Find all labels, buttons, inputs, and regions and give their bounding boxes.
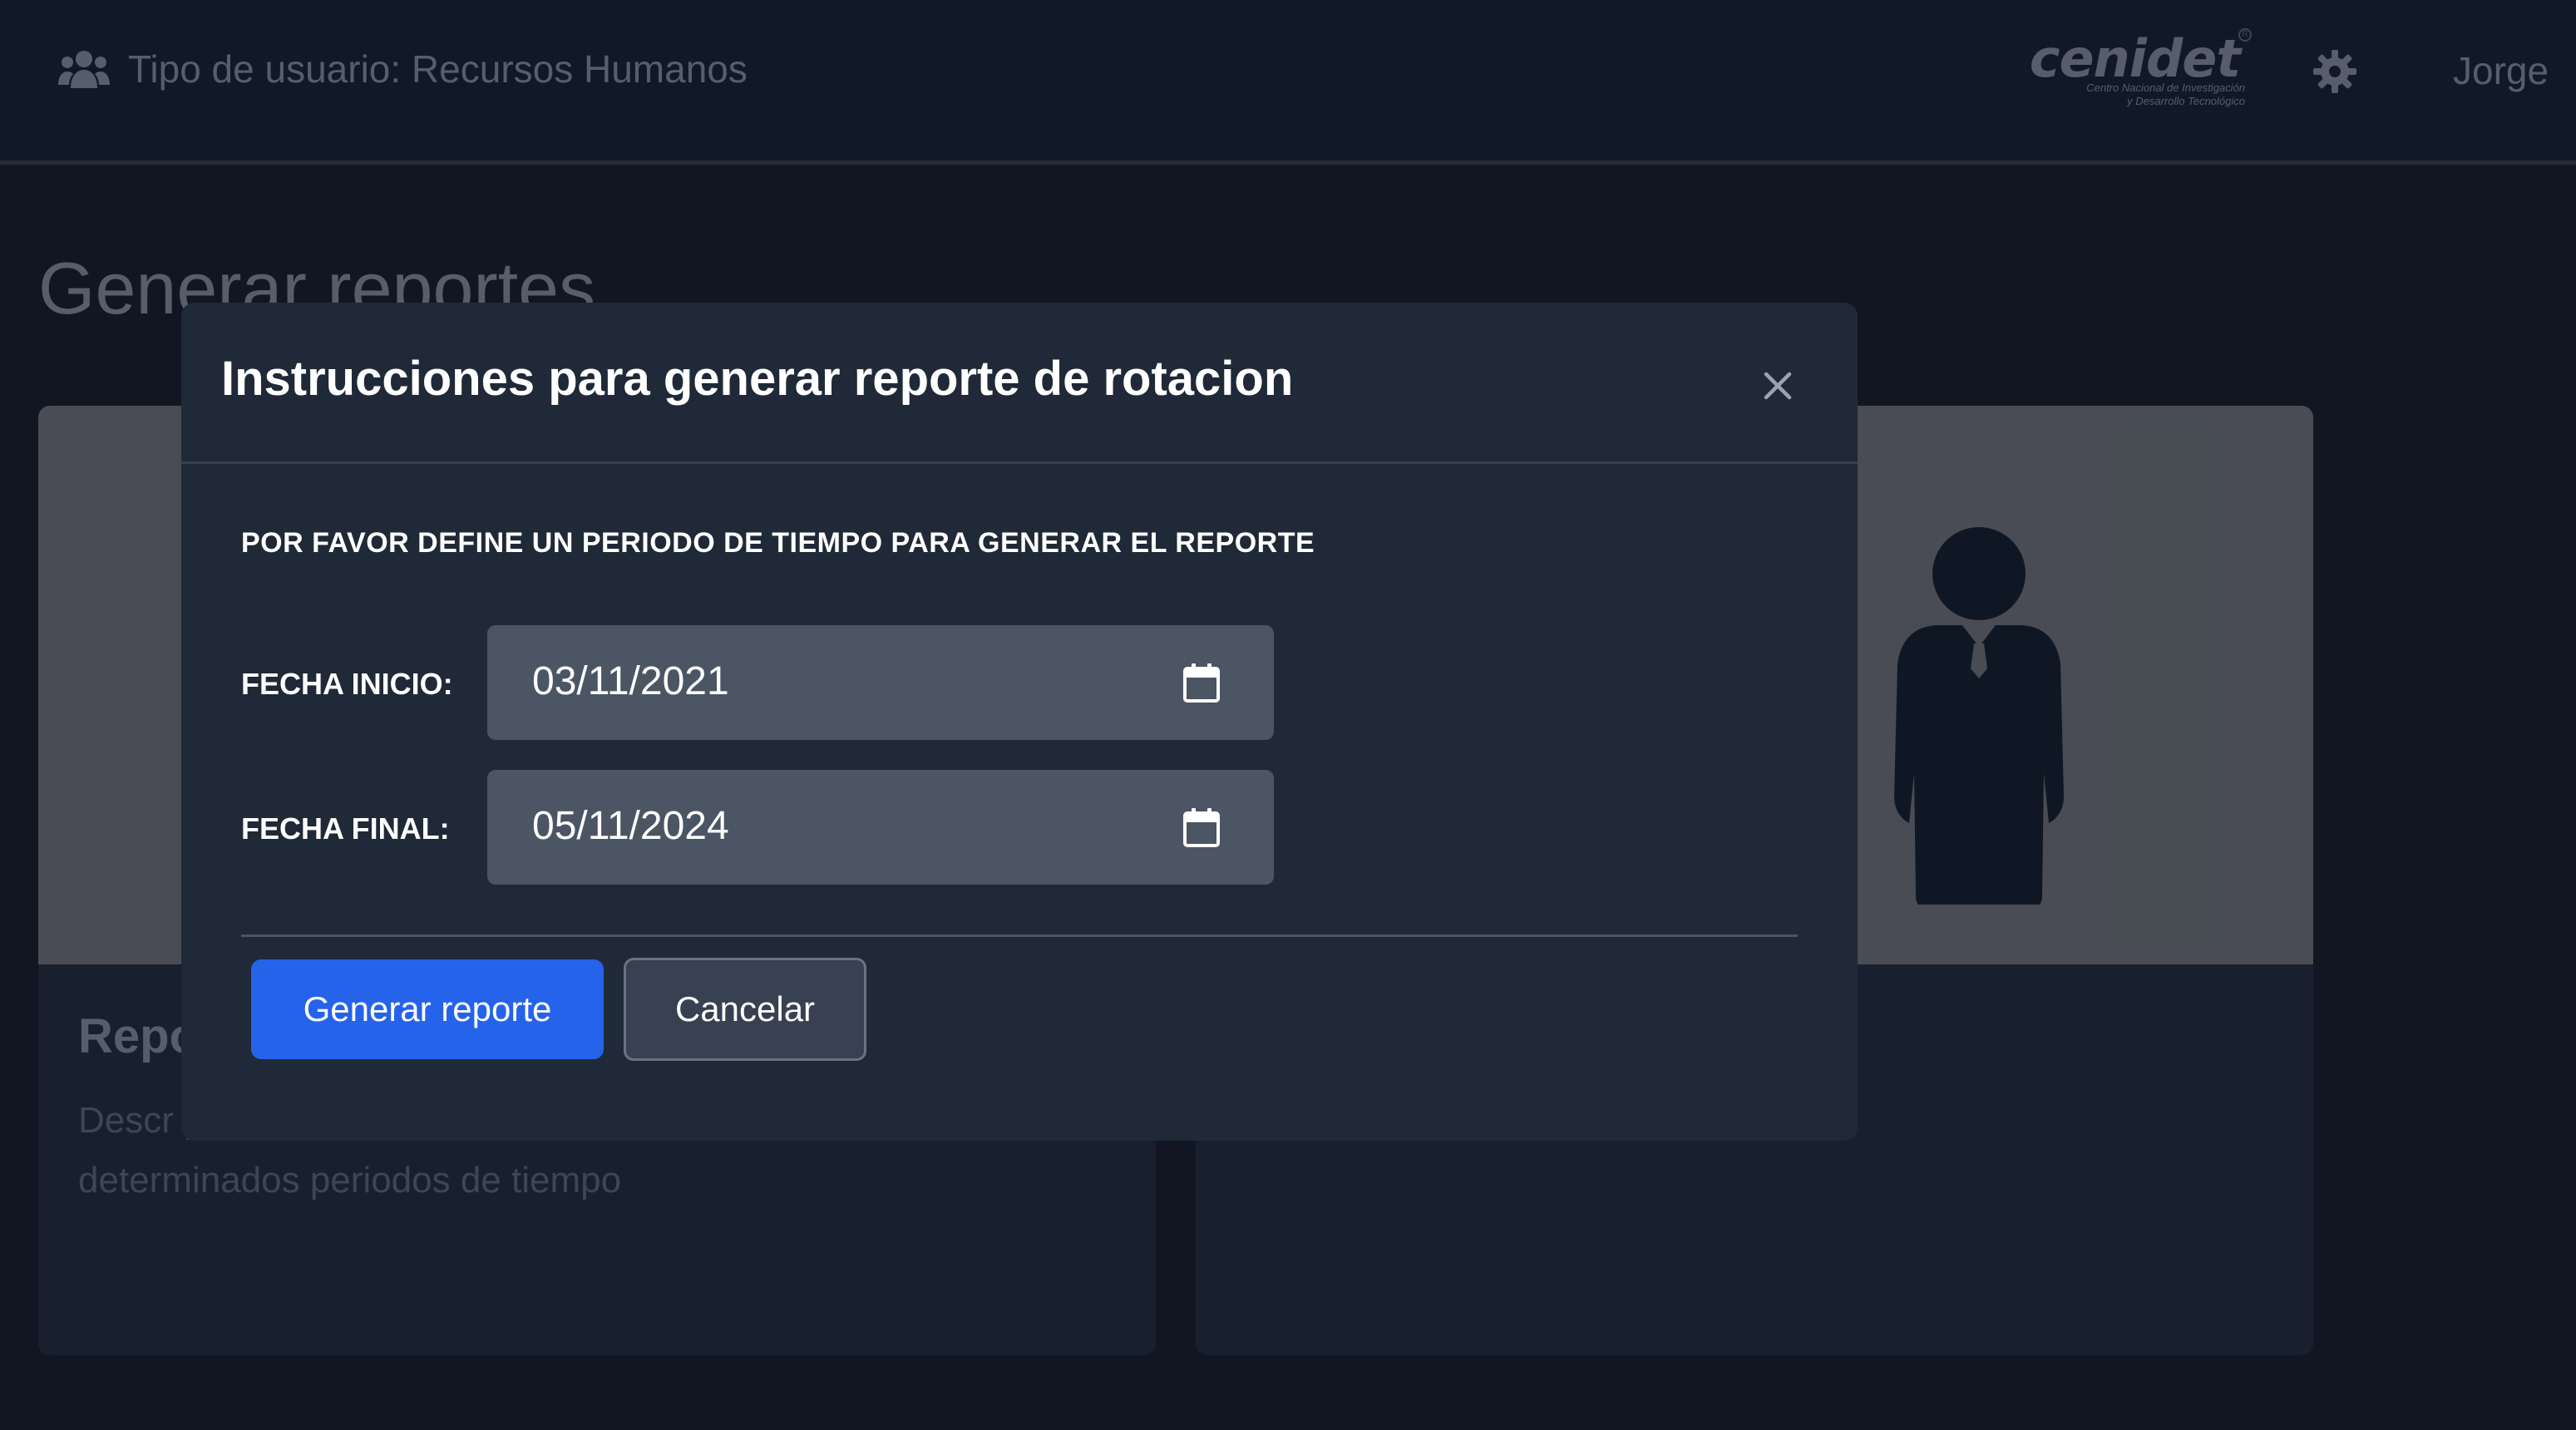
instruction-text: POR FAVOR DEFINE UN PERIODO DE TIEMPO PA…: [241, 527, 1315, 559]
rotation-report-modal: Instrucciones para generar reporte de ro…: [181, 303, 1858, 1141]
start-date-value: 03/11/2021: [532, 659, 729, 703]
cancel-button[interactable]: Cancelar: [624, 958, 866, 1061]
start-date-label: FECHA INICIO:: [241, 667, 453, 701]
end-date-value: 05/11/2024: [532, 804, 729, 848]
close-icon[interactable]: [1753, 361, 1803, 411]
modal-title: Instrucciones para generar reporte de ro…: [221, 352, 1294, 406]
generate-report-button[interactable]: Generar reporte: [251, 959, 604, 1059]
calendar-icon[interactable]: [1182, 806, 1221, 848]
start-date-input[interactable]: 03/11/2021: [487, 625, 1274, 740]
end-date-label: FECHA FINAL:: [241, 811, 450, 846]
modal-header: Instrucciones para generar reporte de ro…: [181, 303, 1858, 464]
modal-divider: [241, 934, 1798, 937]
calendar-icon[interactable]: [1182, 662, 1221, 703]
end-date-input[interactable]: 05/11/2024: [487, 770, 1274, 885]
